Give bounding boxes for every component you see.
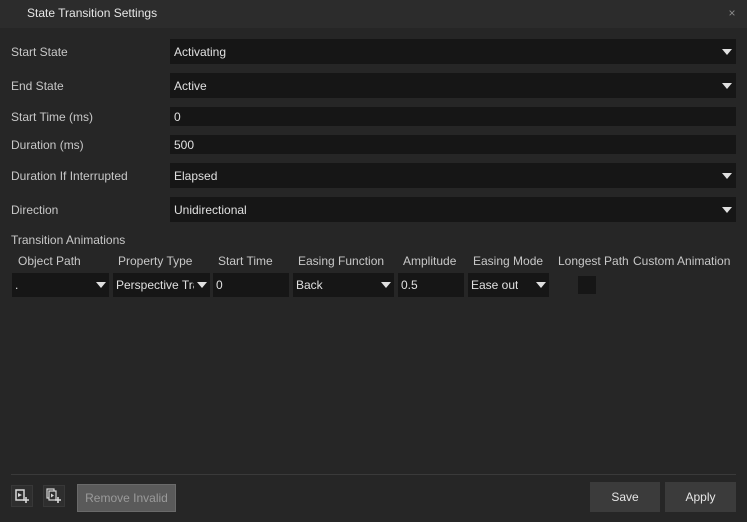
window-title: State Transition Settings (27, 6, 158, 20)
apply-button[interactable]: Apply (665, 482, 736, 512)
direction-dropdown[interactable]: Unidirectional (170, 197, 736, 222)
add-custom-animation-button[interactable] (43, 485, 65, 507)
column-header-easing-function: Easing Function (298, 254, 385, 268)
start-time-value: 0 (174, 109, 181, 124)
property-type-dropdown[interactable]: Perspective Tra (113, 273, 210, 297)
easing-function-value: Back (296, 278, 323, 292)
object-path-value: . (15, 278, 19, 292)
amplitude-input[interactable]: 0.5 (398, 273, 464, 297)
animation-start-time-input[interactable]: 0 (213, 273, 289, 297)
duration-if-interrupted-value: Elapsed (174, 168, 218, 183)
easing-mode-dropdown[interactable]: Ease out (468, 273, 549, 297)
duration-if-interrupted-dropdown[interactable]: Elapsed (170, 163, 736, 188)
title-bar: State Transition Settings × (0, 0, 747, 28)
transition-animations-label: Transition Animations (11, 233, 126, 247)
duration-value: 500 (174, 137, 195, 152)
direction-value: Unidirectional (174, 202, 247, 217)
column-header-custom-animation: Custom Animation (633, 254, 731, 268)
remove-invalid-button[interactable]: Remove Invalid (77, 484, 176, 512)
start-state-value: Activating (174, 44, 227, 59)
end-state-value: Active (174, 78, 207, 93)
duration-input[interactable]: 500 (170, 135, 736, 154)
column-header-property-type: Property Type (118, 254, 193, 268)
end-state-dropdown[interactable]: Active (170, 73, 736, 98)
start-state-dropdown[interactable]: Activating (170, 39, 736, 64)
column-header-start-time: Start Time (218, 254, 273, 268)
object-path-dropdown[interactable]: . (12, 273, 109, 297)
duration-if-interrupted-label: Duration If Interrupted (11, 169, 128, 183)
start-state-label: Start State (11, 45, 68, 59)
save-button[interactable]: Save (590, 482, 660, 512)
column-header-longest-path: Longest Path (558, 254, 629, 268)
footer-divider (11, 474, 736, 475)
property-type-value: Perspective Tra (116, 278, 194, 292)
column-header-amplitude: Amplitude (403, 254, 457, 268)
direction-label: Direction (11, 203, 59, 217)
duration-label: Duration (ms) (11, 138, 84, 152)
start-time-label: Start Time (ms) (11, 110, 94, 124)
easing-mode-value: Ease out (471, 278, 519, 292)
add-animation-icon (15, 489, 29, 503)
add-custom-animation-icon (46, 488, 61, 503)
end-state-label: End State (11, 79, 64, 93)
close-icon[interactable]: × (726, 7, 738, 19)
easing-function-dropdown[interactable]: Back (293, 273, 394, 297)
add-animation-button[interactable] (11, 485, 33, 507)
column-header-easing-mode: Easing Mode (473, 254, 544, 268)
amplitude-value: 0.5 (401, 278, 418, 292)
animation-start-time-value: 0 (216, 278, 223, 292)
longest-path-checkbox[interactable] (578, 276, 596, 294)
start-time-input[interactable]: 0 (170, 107, 736, 126)
column-header-object-path: Object Path (18, 254, 81, 268)
